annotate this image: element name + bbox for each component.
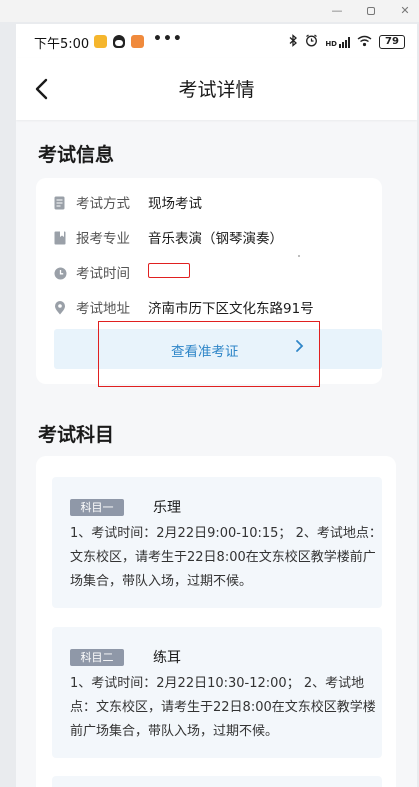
exam-address-value: 济南市历下区文化东路91号 — [148, 301, 314, 317]
nav-bar: 考试详情 — [16, 58, 417, 120]
subject-description: 1、考试时间：2月22日10:30-12:00； 2、考试地点：文东校区，请考生… — [70, 676, 376, 739]
taobao-icon — [131, 35, 144, 48]
subject-name: 乐理 — [153, 500, 181, 516]
network-type-label: HD — [325, 39, 337, 48]
more-notifications-icon: ••• — [153, 31, 183, 47]
exam-info-heading: 考试信息 — [38, 144, 115, 166]
maximize-button[interactable] — [362, 2, 380, 20]
document-icon — [54, 195, 67, 210]
exam-mode-label: 考试方式 — [76, 196, 130, 212]
alarm-icon — [305, 34, 318, 50]
phone-screen: 下午5:00 ••• HD 79 考试详情 考试信息 考试方式 现场考试 报考专… — [16, 24, 417, 787]
exam-time-highlight-box — [148, 263, 190, 278]
subject-name: 练耳 — [153, 650, 181, 666]
exam-time-label: 考试时间 — [76, 266, 130, 282]
wifi-icon — [357, 35, 372, 50]
status-bar: 下午5:00 ••• HD 79 — [16, 24, 417, 58]
status-icons: HD 79 — [289, 34, 405, 50]
subject-badge: 科目二 — [70, 649, 124, 666]
status-time: 下午5:00 — [34, 37, 90, 52]
exam-mode-value: 现场考试 — [148, 196, 202, 212]
minimize-button[interactable]: — — [328, 2, 346, 20]
subject-item-partial — [52, 776, 382, 787]
battery-icon: 79 — [379, 35, 405, 49]
location-pin-icon — [54, 300, 67, 315]
artifact-dot — [298, 255, 300, 257]
bluetooth-icon — [289, 34, 298, 50]
close-window-button[interactable]: ✕ — [396, 2, 414, 20]
qq-icon — [113, 35, 125, 48]
subject-description: 1、考试时间：2月22日9:00-10:15； 2、考试地点：文东校区，请考生于… — [70, 526, 382, 589]
exam-subjects-heading: 考试科目 — [38, 424, 115, 446]
signal-icon: HD — [325, 36, 350, 48]
highlight-rectangle — [98, 321, 320, 387]
subject-item: 科目二 练耳 1、考试时间：2月22日10:30-12:00； 2、考试地点：文… — [52, 627, 382, 758]
exam-address-label: 考试地址 — [76, 301, 130, 317]
major-value: 音乐表演（钢琴演奏） — [148, 231, 283, 247]
window-titlebar: — ✕ — [0, 0, 419, 22]
clock-icon — [54, 265, 67, 280]
bookmark-icon — [54, 230, 67, 245]
page-title: 考试详情 — [178, 79, 255, 101]
notification-app-icon — [94, 35, 107, 48]
subject-item: 科目一 乐理 1、考试时间：2月22日9:00-10:15； 2、考试地点：文东… — [52, 477, 382, 608]
major-label: 报考专业 — [76, 231, 130, 247]
subject-badge: 科目一 — [70, 499, 124, 516]
